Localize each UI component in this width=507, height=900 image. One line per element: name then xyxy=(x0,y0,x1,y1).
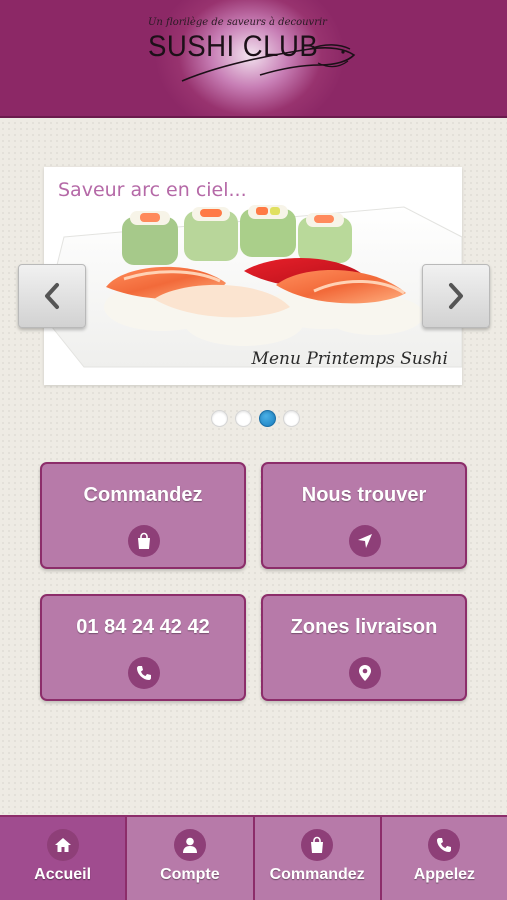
slider-dot-1[interactable] xyxy=(211,410,228,427)
slider-dot-4[interactable] xyxy=(283,410,300,427)
nav-item-compte[interactable]: Compte xyxy=(127,817,255,900)
slider-prev-button[interactable] xyxy=(18,264,86,328)
nav-item-accueil[interactable]: Accueil xyxy=(0,817,128,900)
nav-item-appelez[interactable]: Appelez xyxy=(381,817,507,900)
map-pin-icon xyxy=(349,657,381,689)
navigation-arrow-icon xyxy=(349,525,381,557)
nav-label: Accueil xyxy=(34,866,92,883)
nav-label: Commandez xyxy=(269,866,365,883)
phone-icon xyxy=(128,657,160,689)
slide-title: Saveur arc en ciel... xyxy=(58,179,247,201)
user-icon xyxy=(173,829,206,861)
slider-dot-3-active[interactable] xyxy=(259,410,276,427)
chevron-left-icon xyxy=(45,283,59,309)
tile-commandez[interactable]: Commandez xyxy=(40,462,246,569)
app-header: Un florilège de saveurs à decouvrir SUSH… xyxy=(0,0,507,118)
slide-caption: Menu Printemps Sushi xyxy=(251,349,448,369)
tile-label: 01 84 24 42 42 xyxy=(76,616,210,638)
tile-nous-trouver[interactable]: Nous trouver xyxy=(261,462,467,569)
bottom-navigation: Accueil Compte Commandez Appelez xyxy=(0,815,507,900)
nav-label: Appelez xyxy=(413,866,476,883)
tile-label: Zones livraison xyxy=(290,616,438,638)
tile-label: Nous trouver xyxy=(301,484,427,506)
logo-text: SUSHI CLUB xyxy=(148,30,319,63)
slider-next-button[interactable] xyxy=(422,264,490,328)
image-slider[interactable]: Saveur arc en ciel... Menu Printemps Sus… xyxy=(44,167,462,385)
slider-pagination xyxy=(211,410,300,427)
nav-label: Compte xyxy=(160,866,220,883)
tile-label: Commandez xyxy=(83,484,203,506)
chevron-right-icon xyxy=(449,283,463,309)
tile-zones-livraison[interactable]: Zones livraison xyxy=(261,594,467,701)
slider-dot-2[interactable] xyxy=(235,410,252,427)
home-icon xyxy=(46,829,79,861)
header-tagline: Un florilège de saveurs à decouvrir xyxy=(148,17,327,28)
shopping-bag-icon xyxy=(301,829,334,861)
tile-phone-number[interactable]: 01 84 24 42 42 xyxy=(40,594,246,701)
shopping-bag-icon xyxy=(128,525,160,557)
nav-item-commandez[interactable]: Commandez xyxy=(254,817,382,900)
phone-icon xyxy=(428,829,461,861)
